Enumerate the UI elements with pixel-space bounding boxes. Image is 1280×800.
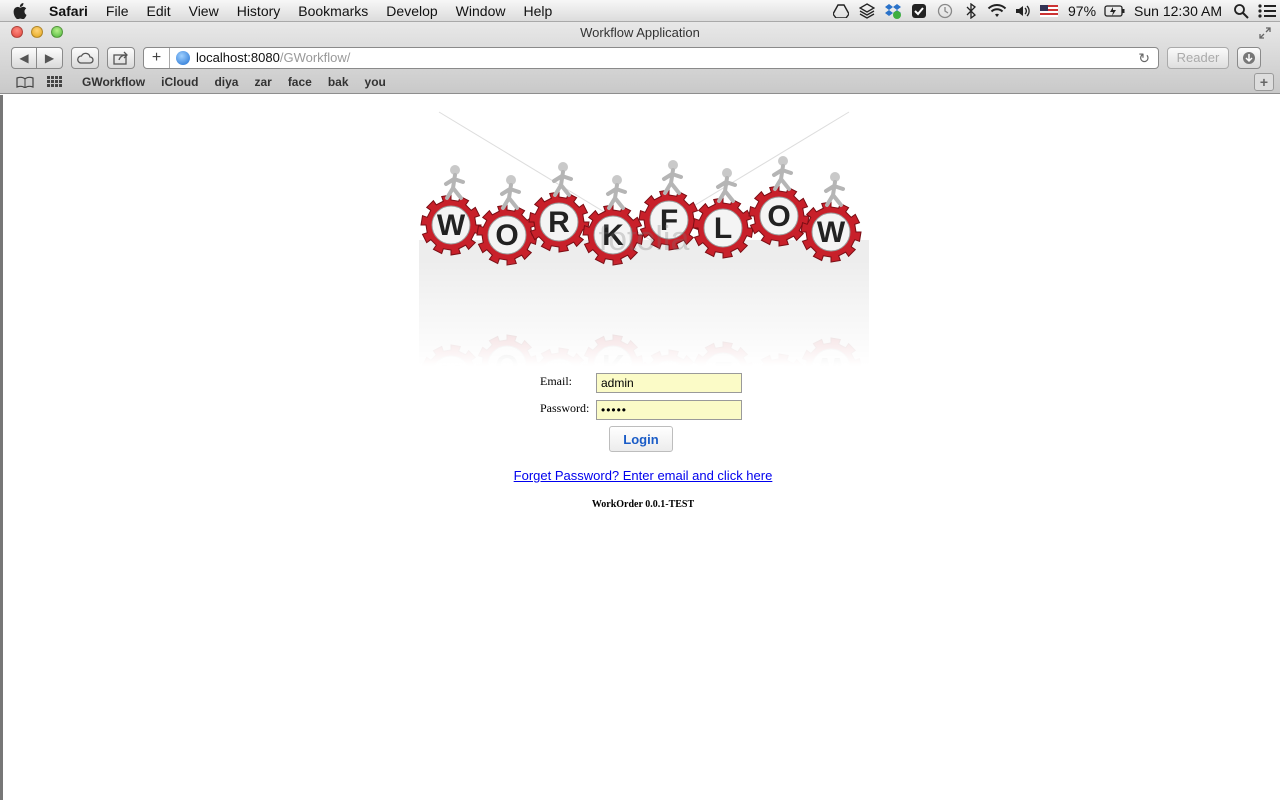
menu-develop[interactable]: Develop [377, 0, 446, 22]
walking-person-icon [824, 172, 845, 207]
logo-letter: L [714, 212, 732, 245]
workflow-logo: WORKFLOW WORKFLOW fotolia [419, 111, 869, 366]
login-button[interactable]: Login [609, 426, 673, 452]
time-machine-icon[interactable] [932, 0, 958, 22]
logo-letter: R [548, 206, 570, 239]
bookmark-bak[interactable]: bak [320, 75, 357, 89]
bluetooth-icon[interactable] [958, 0, 984, 22]
dropbox-icon[interactable] [880, 0, 906, 22]
menu-file[interactable]: File [97, 0, 138, 22]
browser-toolbar: ◀ ▶ + localhost:8080 /GWorkflow/ ↻ Reade… [0, 44, 1280, 71]
address-bar[interactable]: + localhost:8080 /GWorkflow/ ↻ [143, 46, 1159, 69]
menu-history[interactable]: History [228, 0, 290, 22]
walking-person-icon [444, 165, 465, 200]
reload-icon[interactable]: ↻ [1138, 50, 1150, 67]
menu-help[interactable]: Help [514, 0, 561, 22]
us-flag-icon[interactable] [1036, 0, 1062, 22]
icloud-tabs-button[interactable] [71, 46, 99, 69]
bookmark-face[interactable]: face [280, 75, 320, 89]
bookmark-gworkflow[interactable]: GWorkflow [74, 75, 153, 89]
evernote-icon[interactable] [906, 0, 932, 22]
battery-percent: 97% [1068, 2, 1097, 19]
url-host: localhost:8080 [196, 50, 280, 65]
menu-edit[interactable]: Edit [137, 0, 179, 22]
forward-button[interactable]: ▶ [37, 46, 63, 69]
bookmark-icloud[interactable]: iCloud [153, 75, 206, 89]
logo-gear: O [748, 156, 810, 247]
email-label: Email: [540, 374, 572, 388]
bookmarks-bar: GWorkflow iCloud diya zar face bak you + [0, 71, 1280, 93]
new-tab-button[interactable]: + [1254, 73, 1274, 91]
logo-watermark: fotolia [599, 220, 690, 258]
password-field[interactable]: ••••• [596, 400, 742, 420]
walking-person-icon [606, 175, 627, 210]
back-arrow-icon: ◀ [19, 50, 29, 65]
reading-list-icon[interactable] [14, 76, 36, 88]
browser-chrome: Workflow Application ◀ ▶ + localhost:808… [0, 22, 1280, 94]
drive-icon[interactable] [828, 0, 854, 22]
web-page: WORKFLOW WORKFLOW fotolia Email: admin P… [0, 95, 1280, 800]
walking-person-icon [716, 168, 737, 203]
spotlight-icon[interactable] [1228, 0, 1254, 22]
email-field[interactable]: admin [596, 373, 742, 393]
walking-person-icon [772, 156, 793, 191]
add-bookmark-icon[interactable]: + [144, 47, 170, 68]
share-button[interactable] [107, 46, 135, 69]
logo-letter: O [495, 219, 518, 252]
clock[interactable]: Sun 12:30 AM [1128, 3, 1228, 19]
bookmark-diya[interactable]: diya [206, 75, 246, 89]
layers-icon[interactable] [854, 0, 880, 22]
menu-view[interactable]: View [180, 0, 228, 22]
url-path: /GWorkflow/ [279, 50, 351, 65]
download-icon [1243, 51, 1255, 64]
walking-person-icon [662, 160, 683, 195]
apple-icon[interactable] [0, 2, 40, 19]
downloads-button[interactable] [1237, 46, 1261, 69]
bookmark-you[interactable]: you [357, 75, 394, 89]
forgot-password-link[interactable]: Forget Password? Enter email and click h… [3, 468, 1280, 483]
reader-button[interactable]: Reader [1167, 46, 1229, 69]
menu-app-name[interactable]: Safari [40, 0, 97, 22]
share-icon [113, 51, 128, 65]
walking-person-icon [500, 175, 521, 210]
menu-bookmarks[interactable]: Bookmarks [289, 0, 377, 22]
menu-window[interactable]: Window [447, 0, 515, 22]
logo-letter: W [437, 209, 466, 242]
wifi-icon[interactable] [984, 0, 1010, 22]
fullscreen-icon[interactable] [1258, 26, 1272, 40]
logo-gear: R [528, 162, 590, 253]
version-text: WorkOrder 0.0.1-TEST [591, 499, 695, 510]
back-button[interactable]: ◀ [11, 46, 37, 69]
top-sites-icon[interactable] [44, 76, 66, 88]
menu-bar: Safari File Edit View History Bookmarks … [0, 0, 1280, 22]
logo-letter: W [817, 216, 846, 249]
title-bar: Workflow Application [0, 22, 1280, 44]
volume-icon[interactable] [1010, 0, 1036, 22]
cloud-icon [77, 52, 94, 64]
logo-letter: O [767, 200, 790, 233]
globe-icon [176, 50, 190, 65]
battery-icon[interactable] [1102, 0, 1128, 22]
forward-arrow-icon: ▶ [44, 50, 55, 65]
password-label: Password: [540, 401, 590, 415]
notification-list-icon[interactable] [1254, 0, 1280, 22]
bookmark-zar[interactable]: zar [246, 75, 279, 89]
window-title: Workflow Application [580, 25, 700, 40]
